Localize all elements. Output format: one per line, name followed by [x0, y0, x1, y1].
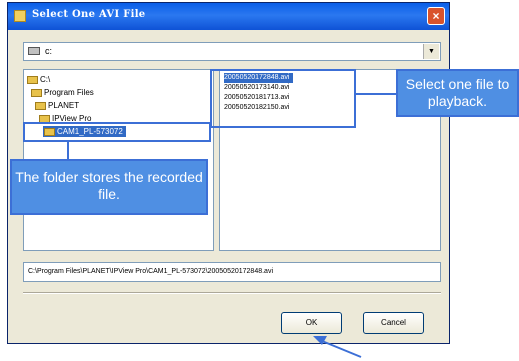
dialog-title: Select One AVI File: [32, 9, 146, 20]
folder-icon: [27, 75, 38, 84]
file-path-value: C:\Program Files\PLANET\IPView Pro\CAM1_…: [28, 268, 274, 275]
folder-label: PLANET: [48, 101, 80, 110]
file-path-field[interactable]: C:\Program Files\PLANET\IPView Pro\CAM1_…: [23, 262, 441, 282]
folder-highlight-box: [23, 122, 211, 142]
ok-button[interactable]: OK: [281, 312, 342, 334]
folder-callout-connector: [67, 142, 69, 159]
file-callout-text: Select one file to playback.: [400, 76, 515, 110]
file-highlight-box: [210, 69, 356, 128]
close-icon: ×: [432, 9, 440, 23]
folder-item-root[interactable]: C:\: [27, 74, 50, 85]
drive-value: c:: [45, 46, 53, 56]
drive-icon: [28, 47, 40, 55]
folder-item-planet[interactable]: PLANET: [35, 100, 79, 111]
folder-icon: [35, 101, 46, 110]
folder-callout-box: The folder stores the recorded file.: [10, 159, 208, 215]
file-callout-box: Select one file to playback.: [396, 69, 519, 117]
cancel-button[interactable]: Cancel: [363, 312, 424, 334]
close-button[interactable]: ×: [427, 7, 445, 25]
file-callout-connector: [356, 93, 396, 95]
drive-select[interactable]: c: ▼: [23, 42, 441, 61]
folder-callout-text: The folder stores the recorded file.: [14, 169, 204, 203]
folder-label: C:\: [40, 75, 51, 84]
folder-label: Program Files: [44, 88, 94, 97]
divider: [23, 292, 441, 294]
title-bar[interactable]: Select One AVI File ×: [8, 3, 449, 30]
app-icon: [14, 10, 26, 22]
folder-item-program-files[interactable]: Program Files: [31, 87, 94, 98]
chevron-down-icon[interactable]: ▼: [423, 44, 439, 59]
folder-icon: [31, 88, 42, 97]
